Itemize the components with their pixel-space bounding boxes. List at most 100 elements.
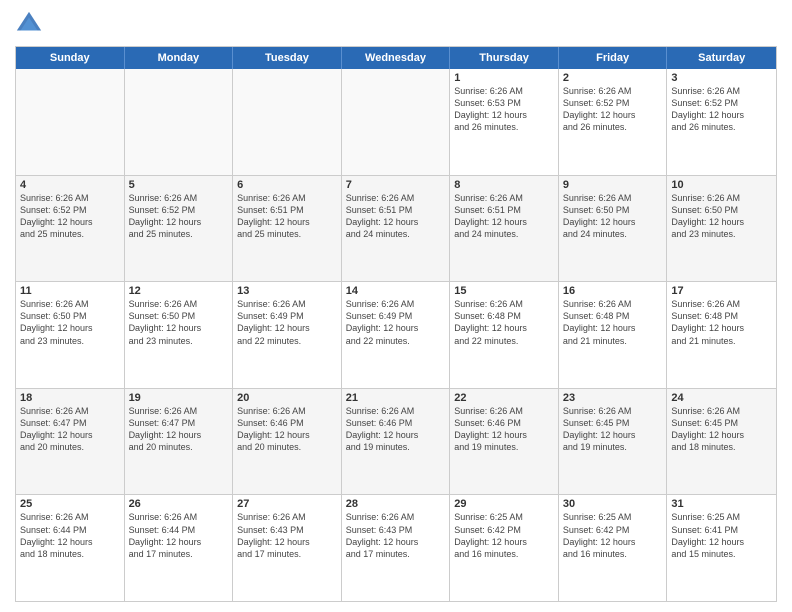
day-info: Sunrise: 6:26 AMSunset: 6:50 PMDaylight:… <box>129 298 229 347</box>
day-number: 14 <box>346 285 446 297</box>
calendar-cell-20: 20Sunrise: 6:26 AMSunset: 6:46 PMDayligh… <box>233 389 342 495</box>
day-info: Sunrise: 6:26 AMSunset: 6:48 PMDaylight:… <box>671 298 772 347</box>
calendar-cell-empty-0 <box>16 69 125 175</box>
day-info: Sunrise: 6:25 AMSunset: 6:42 PMDaylight:… <box>563 511 663 560</box>
calendar-cell-14: 14Sunrise: 6:26 AMSunset: 6:49 PMDayligh… <box>342 282 451 388</box>
day-info: Sunrise: 6:25 AMSunset: 6:41 PMDaylight:… <box>671 511 772 560</box>
page-container: SundayMondayTuesdayWednesdayThursdayFrid… <box>0 0 792 612</box>
day-number: 12 <box>129 285 229 297</box>
day-info: Sunrise: 6:26 AMSunset: 6:49 PMDaylight:… <box>346 298 446 347</box>
calendar-week-1: 1Sunrise: 6:26 AMSunset: 6:53 PMDaylight… <box>16 69 776 176</box>
day-number: 24 <box>671 392 772 404</box>
calendar-header-friday: Friday <box>559 47 668 69</box>
calendar-cell-3: 3Sunrise: 6:26 AMSunset: 6:52 PMDaylight… <box>667 69 776 175</box>
logo-icon <box>15 10 43 38</box>
calendar-cell-22: 22Sunrise: 6:26 AMSunset: 6:46 PMDayligh… <box>450 389 559 495</box>
day-number: 20 <box>237 392 337 404</box>
day-info: Sunrise: 6:26 AMSunset: 6:52 PMDaylight:… <box>20 192 120 241</box>
day-info: Sunrise: 6:26 AMSunset: 6:43 PMDaylight:… <box>237 511 337 560</box>
day-number: 27 <box>237 498 337 510</box>
calendar-cell-10: 10Sunrise: 6:26 AMSunset: 6:50 PMDayligh… <box>667 176 776 282</box>
calendar-cell-15: 15Sunrise: 6:26 AMSunset: 6:48 PMDayligh… <box>450 282 559 388</box>
calendar-cell-empty-2 <box>233 69 342 175</box>
calendar-header-monday: Monday <box>125 47 234 69</box>
day-number: 11 <box>20 285 120 297</box>
calendar-header-tuesday: Tuesday <box>233 47 342 69</box>
calendar-cell-8: 8Sunrise: 6:26 AMSunset: 6:51 PMDaylight… <box>450 176 559 282</box>
day-info: Sunrise: 6:26 AMSunset: 6:44 PMDaylight:… <box>129 511 229 560</box>
calendar-cell-11: 11Sunrise: 6:26 AMSunset: 6:50 PMDayligh… <box>16 282 125 388</box>
calendar-cell-12: 12Sunrise: 6:26 AMSunset: 6:50 PMDayligh… <box>125 282 234 388</box>
day-number: 6 <box>237 179 337 191</box>
day-number: 5 <box>129 179 229 191</box>
day-info: Sunrise: 6:26 AMSunset: 6:51 PMDaylight:… <box>237 192 337 241</box>
calendar-cell-27: 27Sunrise: 6:26 AMSunset: 6:43 PMDayligh… <box>233 495 342 601</box>
calendar-cell-18: 18Sunrise: 6:26 AMSunset: 6:47 PMDayligh… <box>16 389 125 495</box>
calendar-cell-7: 7Sunrise: 6:26 AMSunset: 6:51 PMDaylight… <box>342 176 451 282</box>
calendar-body: 1Sunrise: 6:26 AMSunset: 6:53 PMDaylight… <box>16 69 776 601</box>
day-number: 31 <box>671 498 772 510</box>
calendar-week-5: 25Sunrise: 6:26 AMSunset: 6:44 PMDayligh… <box>16 495 776 601</box>
day-info: Sunrise: 6:26 AMSunset: 6:46 PMDaylight:… <box>454 405 554 454</box>
day-number: 19 <box>129 392 229 404</box>
calendar-cell-13: 13Sunrise: 6:26 AMSunset: 6:49 PMDayligh… <box>233 282 342 388</box>
day-info: Sunrise: 6:26 AMSunset: 6:44 PMDaylight:… <box>20 511 120 560</box>
calendar-cell-23: 23Sunrise: 6:26 AMSunset: 6:45 PMDayligh… <box>559 389 668 495</box>
calendar-cell-empty-1 <box>125 69 234 175</box>
day-number: 26 <box>129 498 229 510</box>
day-number: 16 <box>563 285 663 297</box>
calendar-cell-4: 4Sunrise: 6:26 AMSunset: 6:52 PMDaylight… <box>16 176 125 282</box>
day-info: Sunrise: 6:26 AMSunset: 6:53 PMDaylight:… <box>454 85 554 134</box>
day-number: 25 <box>20 498 120 510</box>
day-number: 15 <box>454 285 554 297</box>
day-info: Sunrise: 6:26 AMSunset: 6:45 PMDaylight:… <box>671 405 772 454</box>
calendar-cell-19: 19Sunrise: 6:26 AMSunset: 6:47 PMDayligh… <box>125 389 234 495</box>
calendar-cell-24: 24Sunrise: 6:26 AMSunset: 6:45 PMDayligh… <box>667 389 776 495</box>
day-info: Sunrise: 6:26 AMSunset: 6:45 PMDaylight:… <box>563 405 663 454</box>
calendar: SundayMondayTuesdayWednesdayThursdayFrid… <box>15 46 777 602</box>
day-info: Sunrise: 6:26 AMSunset: 6:47 PMDaylight:… <box>129 405 229 454</box>
day-info: Sunrise: 6:26 AMSunset: 6:52 PMDaylight:… <box>129 192 229 241</box>
calendar-cell-9: 9Sunrise: 6:26 AMSunset: 6:50 PMDaylight… <box>559 176 668 282</box>
calendar-header-thursday: Thursday <box>450 47 559 69</box>
calendar-cell-21: 21Sunrise: 6:26 AMSunset: 6:46 PMDayligh… <box>342 389 451 495</box>
day-number: 2 <box>563 72 663 84</box>
calendar-cell-6: 6Sunrise: 6:26 AMSunset: 6:51 PMDaylight… <box>233 176 342 282</box>
calendar-week-4: 18Sunrise: 6:26 AMSunset: 6:47 PMDayligh… <box>16 389 776 496</box>
day-info: Sunrise: 6:26 AMSunset: 6:46 PMDaylight:… <box>346 405 446 454</box>
calendar-cell-16: 16Sunrise: 6:26 AMSunset: 6:48 PMDayligh… <box>559 282 668 388</box>
day-number: 10 <box>671 179 772 191</box>
day-number: 7 <box>346 179 446 191</box>
calendar-header: SundayMondayTuesdayWednesdayThursdayFrid… <box>16 47 776 69</box>
day-number: 8 <box>454 179 554 191</box>
day-number: 28 <box>346 498 446 510</box>
calendar-cell-empty-3 <box>342 69 451 175</box>
day-info: Sunrise: 6:26 AMSunset: 6:49 PMDaylight:… <box>237 298 337 347</box>
calendar-cell-30: 30Sunrise: 6:25 AMSunset: 6:42 PMDayligh… <box>559 495 668 601</box>
day-info: Sunrise: 6:26 AMSunset: 6:48 PMDaylight:… <box>563 298 663 347</box>
calendar-cell-17: 17Sunrise: 6:26 AMSunset: 6:48 PMDayligh… <box>667 282 776 388</box>
day-number: 1 <box>454 72 554 84</box>
calendar-cell-1: 1Sunrise: 6:26 AMSunset: 6:53 PMDaylight… <box>450 69 559 175</box>
day-info: Sunrise: 6:26 AMSunset: 6:52 PMDaylight:… <box>563 85 663 134</box>
calendar-header-sunday: Sunday <box>16 47 125 69</box>
day-number: 30 <box>563 498 663 510</box>
day-info: Sunrise: 6:26 AMSunset: 6:46 PMDaylight:… <box>237 405 337 454</box>
calendar-cell-29: 29Sunrise: 6:25 AMSunset: 6:42 PMDayligh… <box>450 495 559 601</box>
day-info: Sunrise: 6:26 AMSunset: 6:50 PMDaylight:… <box>20 298 120 347</box>
calendar-cell-28: 28Sunrise: 6:26 AMSunset: 6:43 PMDayligh… <box>342 495 451 601</box>
day-info: Sunrise: 6:26 AMSunset: 6:43 PMDaylight:… <box>346 511 446 560</box>
day-number: 4 <box>20 179 120 191</box>
day-number: 18 <box>20 392 120 404</box>
logo <box>15 10 47 38</box>
day-number: 22 <box>454 392 554 404</box>
day-info: Sunrise: 6:26 AMSunset: 6:47 PMDaylight:… <box>20 405 120 454</box>
calendar-header-saturday: Saturday <box>667 47 776 69</box>
calendar-header-wednesday: Wednesday <box>342 47 451 69</box>
day-number: 23 <box>563 392 663 404</box>
calendar-cell-2: 2Sunrise: 6:26 AMSunset: 6:52 PMDaylight… <box>559 69 668 175</box>
day-number: 13 <box>237 285 337 297</box>
day-number: 17 <box>671 285 772 297</box>
day-info: Sunrise: 6:26 AMSunset: 6:50 PMDaylight:… <box>671 192 772 241</box>
calendar-week-2: 4Sunrise: 6:26 AMSunset: 6:52 PMDaylight… <box>16 176 776 283</box>
